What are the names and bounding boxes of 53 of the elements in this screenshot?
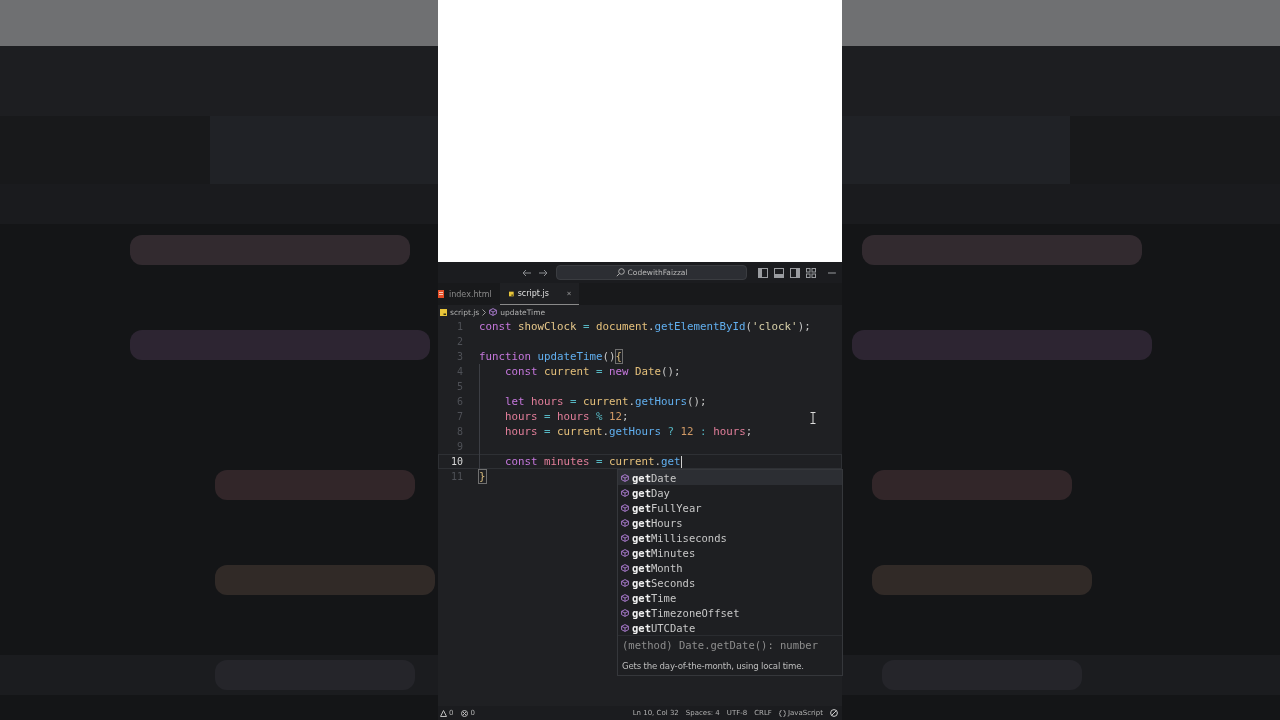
warning-icon [440,709,447,717]
suggestion-item[interactable]: getTime [618,590,842,605]
suggestion-item[interactable]: getDate [618,470,842,485]
code-line: hours = hours % 12; [505,409,629,424]
js-file-icon [509,289,514,298]
suggestion-item[interactable]: getTimezoneOffset [618,605,842,620]
text-cursor-icon [810,412,816,424]
error-icon [461,709,469,717]
layout-icon[interactable] [758,267,769,278]
chevron-icon [482,308,487,316]
suggestion-item[interactable]: getDay [618,485,842,500]
code-line: const current = new Date(); [505,364,681,379]
cube-icon [621,548,629,557]
code-line: function updateTime(){ [479,349,623,364]
cube-icon [621,578,629,587]
cube-icon [621,518,629,527]
layout-icon[interactable] [790,267,801,278]
back-arrow-icon[interactable] [522,268,532,277]
cube-icon [621,473,629,482]
code-line: let hours = current.getHours(); [505,394,707,409]
suggestion-item[interactable]: getFullYear [618,500,842,515]
braces-icon [778,709,786,717]
suggestion-item[interactable]: getSeconds [618,575,842,590]
suggestion-item[interactable]: getMinutes [618,545,842,560]
suggestion-item[interactable]: getMonth [618,560,842,575]
cube-icon [621,503,629,512]
grid-icon[interactable] [806,267,817,278]
suggestion-item[interactable]: getUTCDate [618,620,842,635]
cube-icon [621,593,629,602]
editor-tab[interactable]: index.html [437,283,500,305]
code-line: const minutes = current.get [505,454,682,469]
method-signature: (method) Date.getDate(): number [622,639,819,651]
search-icon [615,268,625,277]
cube-icon [489,308,498,316]
code-line: hours = current.getHours ? 12 : hours; [505,424,753,439]
editor-tab[interactable]: script.js [500,283,579,305]
cube-icon [621,623,629,632]
cube-icon [621,488,629,497]
code-line: } [479,469,486,484]
method-description: Gets the day-of-the-month, using local time. [622,661,805,671]
layout-icon[interactable] [774,267,785,278]
suggestion-item[interactable]: getMilliseconds [618,530,842,545]
cube-icon [621,563,629,572]
forward-arrow-icon[interactable] [538,268,548,277]
js-file-icon [440,308,447,316]
cube-icon [621,533,629,542]
cube-icon [621,608,629,617]
html-file-icon [437,290,445,298]
suggestion-item[interactable]: getHours [618,515,842,530]
close-icon[interactable] [566,290,571,297]
notification-icon[interactable] [830,709,838,717]
code-line: const showClock = document.getElementById('clock'); [479,319,811,334]
line-number: 10 [449,456,464,467]
